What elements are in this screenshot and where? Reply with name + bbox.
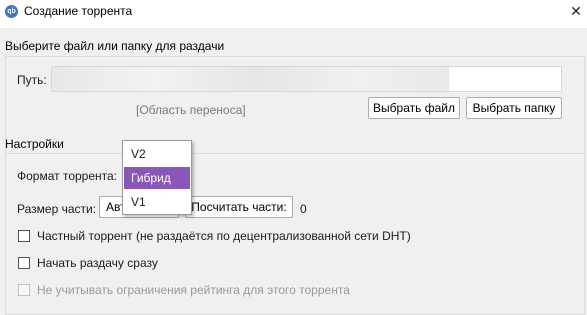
settings-group-title: Настройки [5, 137, 64, 151]
path-input[interactable] [51, 66, 562, 92]
format-option-hybrid[interactable]: Гибрид [124, 167, 190, 189]
close-window-button[interactable]: ✕ [565, 0, 587, 22]
close-icon: ✕ [570, 2, 582, 19]
drop-area[interactable]: [Область переноса] [136, 103, 246, 117]
qbittorrent-app-icon: qb [5, 4, 18, 18]
dialog-body: Выберите файл или папку для раздачи Путь… [0, 28, 587, 315]
title-bar: qb Создание торрента ✕ [0, 0, 587, 22]
ignore-ratio-label: Не учитывать ограничения рейтинга для эт… [37, 283, 350, 297]
path-label: Путь: [17, 73, 47, 87]
select-file-button[interactable]: Выбрать файл [368, 97, 460, 119]
start-seeding-checkbox[interactable] [18, 257, 30, 269]
private-torrent-checkbox[interactable] [18, 230, 30, 242]
format-option-v1[interactable]: V1 [124, 191, 190, 213]
pieces-count: 0 [300, 202, 307, 216]
window-title: Создание торрента [24, 4, 133, 18]
start-seeding-label: Начать раздачу сразу [37, 256, 158, 270]
piece-size-label: Размер части: [17, 202, 97, 216]
select-folder-button[interactable]: Выбрать папку [466, 97, 562, 119]
ignore-ratio-checkbox [18, 284, 30, 296]
private-torrent-label: Частный торрент (не раздаётся по децентр… [37, 229, 411, 243]
torrent-format-label: Формат торрента: [17, 169, 118, 183]
format-option-v2[interactable]: V2 [124, 143, 190, 165]
calculate-pieces-button[interactable]: Посчитать части: [185, 196, 293, 218]
torrent-format-dropdown[interactable]: V2 Гибрид V1 [122, 140, 192, 215]
source-group-title: Выберите файл или папку для раздачи [5, 39, 225, 53]
